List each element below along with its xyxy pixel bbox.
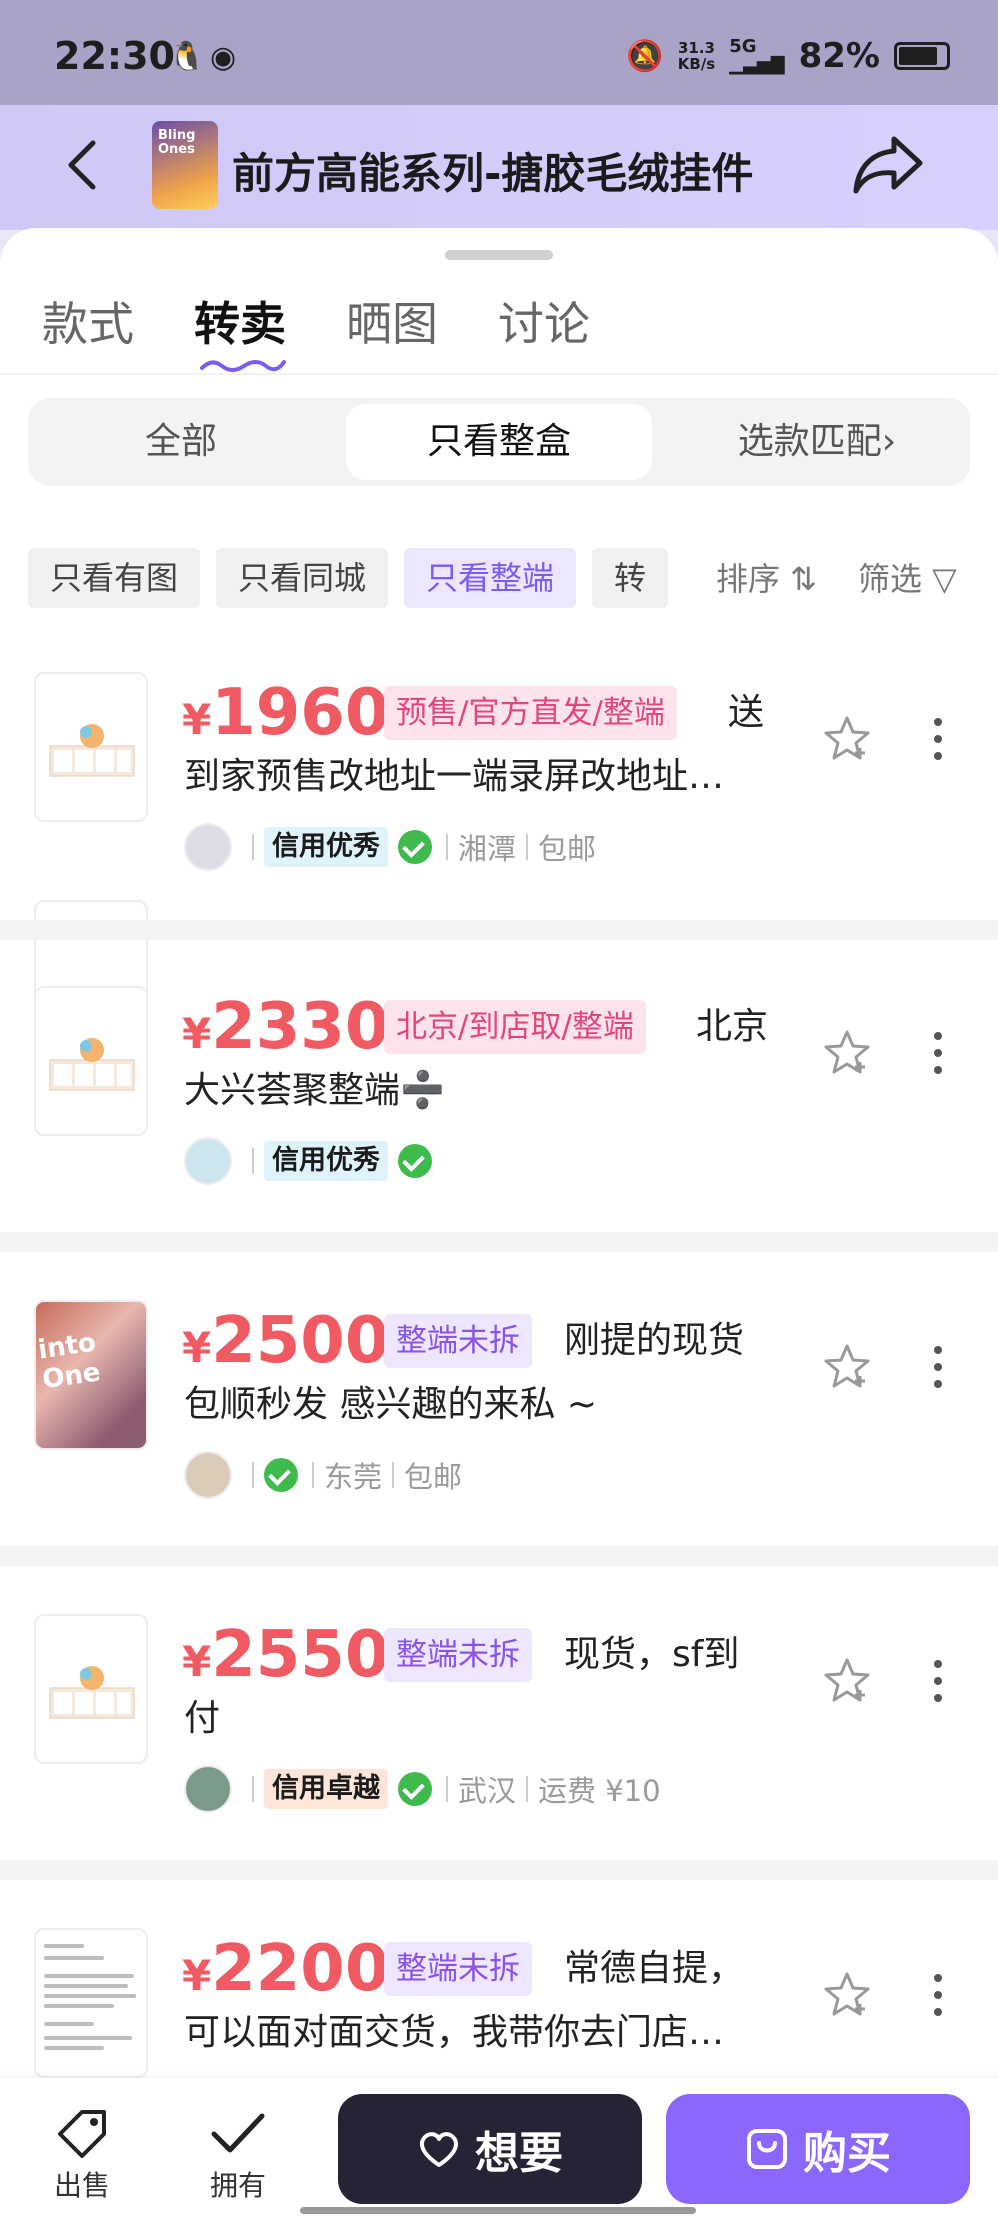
- listing-desc: 常德自提，: [564, 1948, 745, 1989]
- app-header: Bling Ones 前方高能系列-搪胶毛绒挂件: [0, 105, 998, 230]
- chip-same-city[interactable]: 只看同城: [216, 548, 389, 608]
- tab-resale[interactable]: 转卖: [194, 288, 286, 372]
- segment-whole-box[interactable]: 只看整盒: [346, 404, 652, 480]
- shipping-info: 包邮: [404, 1460, 463, 1494]
- more-options-icon[interactable]: [934, 1660, 944, 1711]
- listing-desc: 到家预售改地址一端录屏改地址…: [184, 756, 725, 797]
- tab-styles[interactable]: 款式: [42, 288, 134, 354]
- sell-label[interactable]: 出售: [54, 2164, 110, 2204]
- mute-icon: 🔕: [626, 38, 664, 74]
- listing-desc: 付: [184, 1698, 221, 1739]
- listing-tag: 北京/到店取/整端: [384, 1000, 646, 1054]
- price: ¥2500: [182, 1304, 390, 1378]
- more-options-icon[interactable]: [934, 1974, 944, 2025]
- status-time: 22:30: [54, 34, 175, 78]
- chip-with-photos[interactable]: 只看有图: [28, 548, 201, 608]
- listing-tag: 整端未拆: [384, 1628, 532, 1682]
- avatar[interactable]: [184, 1451, 232, 1499]
- wechat-verified-icon: [398, 830, 432, 864]
- sort-button[interactable]: 排序 ⇅: [716, 554, 817, 600]
- segment-style-match[interactable]: 选款匹配›: [664, 398, 970, 486]
- product-image[interactable]: [34, 672, 148, 822]
- seller-meta: 信用优秀 湘潭 包邮: [184, 822, 596, 872]
- listing-sheet: 款式 转卖 晒图 讨论 全部 只看整盒 选款匹配› 只看有图 只看同城 只看整端转 …: [0, 228, 998, 2219]
- back-arrow-icon[interactable]: [55, 135, 115, 195]
- seller-meta: 东莞 包邮: [184, 1450, 462, 1500]
- chip-more[interactable]: 转: [592, 548, 669, 608]
- battery-icon: [894, 42, 950, 70]
- filter-button[interactable]: 筛选 ▽: [858, 554, 957, 600]
- listing-desc: 北京: [696, 1006, 769, 1047]
- status-bar: 22:30 🐧 ◉ 🔕 31.3 KB/s 5G ▁▃▅▇ 82%: [0, 0, 998, 105]
- listing-desc: 刚提的现货: [564, 1320, 745, 1361]
- shipping-info: 运费 ¥10: [538, 1774, 661, 1808]
- filter-chips: 只看有图 只看同城 只看整端转: [28, 548, 682, 610]
- tab-discussion[interactable]: 讨论: [498, 288, 590, 354]
- page-title: 前方高能系列-搪胶毛绒挂件: [232, 149, 754, 198]
- want-button[interactable]: 想要: [338, 2094, 642, 2204]
- avatar[interactable]: [184, 1137, 232, 1185]
- seller-meta: 信用卓越 武汉 运费 ¥10: [184, 1764, 661, 1814]
- share-icon[interactable]: [850, 133, 926, 197]
- seller-city: 湘潭: [458, 832, 517, 866]
- own-check-icon[interactable]: [208, 2108, 268, 2158]
- tab-bar: 款式 转卖 晒图 讨论: [42, 288, 650, 372]
- listing-desc: 送: [728, 692, 765, 733]
- shipping-info: 包邮: [538, 832, 597, 866]
- seller-city: 东莞: [324, 1460, 383, 1494]
- wechat-verified-icon: [398, 1772, 432, 1806]
- credit-badge: 信用优秀: [264, 1141, 388, 1181]
- listing-desc: 包顺秒发 感兴趣的来私 ~: [184, 1384, 598, 1425]
- home-indicator[interactable]: [300, 2207, 696, 2214]
- favorite-star-icon[interactable]: [822, 714, 872, 764]
- price: ¥1960: [182, 676, 390, 750]
- listing-desc: 可以面对面交货，我带你去门店…: [184, 2012, 725, 2053]
- drag-handle[interactable]: [445, 250, 553, 260]
- seller-city: 武汉: [458, 1774, 517, 1808]
- avatar[interactable]: [184, 1765, 232, 1813]
- listing-desc: 现货，sf到: [564, 1634, 740, 1675]
- more-options-icon[interactable]: [934, 1032, 944, 1083]
- product-image[interactable]: [34, 986, 148, 1136]
- product-image[interactable]: [34, 1614, 148, 1764]
- product-image[interactable]: [34, 1928, 148, 2078]
- favorite-star-icon[interactable]: [822, 1342, 872, 1392]
- listing-tag: 整端未拆: [384, 1942, 532, 1996]
- shopping-bag-icon: [747, 2129, 787, 2169]
- series-thumbnail: Bling Ones: [152, 121, 218, 209]
- sell-tag-icon[interactable]: [52, 2108, 112, 2158]
- signal-icon: 5G ▁▃▅▇: [729, 36, 785, 75]
- listing-tag: 预售/官方直发/整端: [384, 686, 677, 740]
- avatar[interactable]: [184, 823, 232, 871]
- net-speed: 31.3 KB/s: [677, 39, 716, 73]
- tab-photos[interactable]: 晒图: [346, 288, 438, 354]
- favorite-star-icon[interactable]: [822, 1656, 872, 1706]
- price: ¥2550: [182, 1618, 390, 1692]
- active-tab-indicator: [200, 360, 286, 372]
- favorite-star-icon[interactable]: [822, 1028, 872, 1078]
- listing-desc: 大兴荟聚整端➗: [184, 1070, 445, 1111]
- wechat-verified-icon: [264, 1458, 298, 1492]
- buy-button[interactable]: 购买: [666, 2094, 970, 2204]
- credit-badge: 信用卓越: [264, 1769, 388, 1809]
- weibo-icon: ◉: [210, 40, 237, 75]
- own-label[interactable]: 拥有: [210, 2164, 266, 2204]
- battery-percent: 82%: [798, 36, 880, 76]
- segment-control: 全部 只看整盒 选款匹配›: [28, 398, 970, 486]
- favorite-star-icon[interactable]: [822, 1970, 872, 2020]
- price: ¥2200: [182, 1932, 390, 2006]
- segment-all[interactable]: 全部: [28, 398, 334, 486]
- wechat-verified-icon: [398, 1144, 432, 1178]
- qq-icon: 🐧: [168, 40, 206, 75]
- more-options-icon[interactable]: [934, 718, 944, 769]
- price: ¥2330: [182, 990, 390, 1064]
- credit-badge: 信用优秀: [264, 827, 388, 867]
- listing-tag: 整端未拆: [384, 1314, 532, 1368]
- bottom-action-bar: 出售 拥有 想要 购买: [0, 2078, 998, 2219]
- product-image[interactable]: into One: [34, 1300, 148, 1450]
- more-options-icon[interactable]: [934, 1346, 944, 1397]
- seller-meta: 信用优秀: [184, 1136, 436, 1186]
- heart-icon: [420, 2132, 458, 2167]
- chip-whole-set[interactable]: 只看整端: [404, 548, 577, 608]
